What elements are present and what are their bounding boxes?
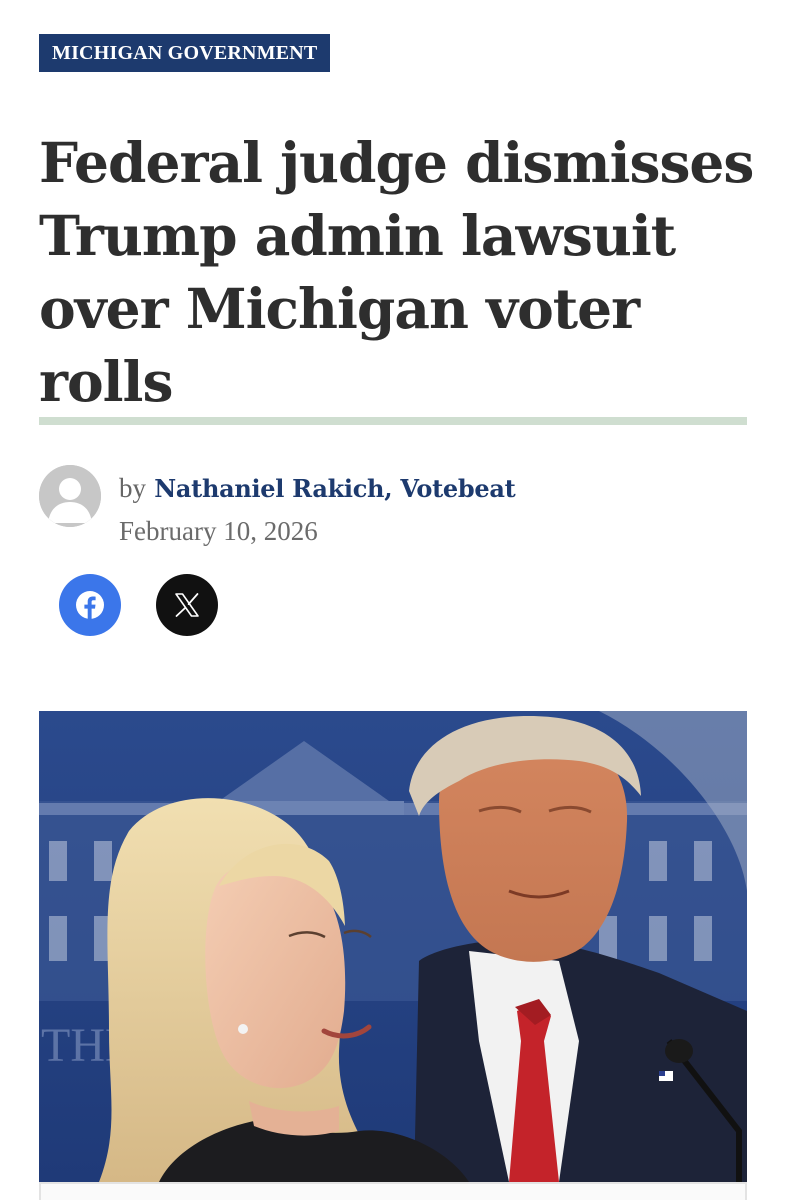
byline: by Nathaniel Rakich, Votebeat February 1… (39, 465, 747, 555)
x-icon (175, 593, 199, 617)
byline-line: by Nathaniel Rakich, Votebeat (119, 471, 516, 506)
author-avatar[interactable] (39, 465, 101, 527)
author-link[interactable]: Nathaniel Rakich, Votebeat (154, 474, 515, 503)
category-tag[interactable]: MICHIGAN GOVERNMENT (39, 34, 331, 72)
hero-photo[interactable]: THE (39, 711, 747, 1182)
byline-prefix: by (119, 473, 146, 503)
article-headline: Federal judge dismisses Trump admin laws… (39, 130, 754, 414)
publish-date: February 10, 2026 (119, 516, 318, 546)
image-caption-area (39, 1182, 747, 1200)
facebook-icon (76, 591, 104, 619)
x-share-button[interactable] (156, 574, 218, 636)
headline-divider (39, 417, 747, 425)
facebook-share-button[interactable] (59, 574, 121, 636)
